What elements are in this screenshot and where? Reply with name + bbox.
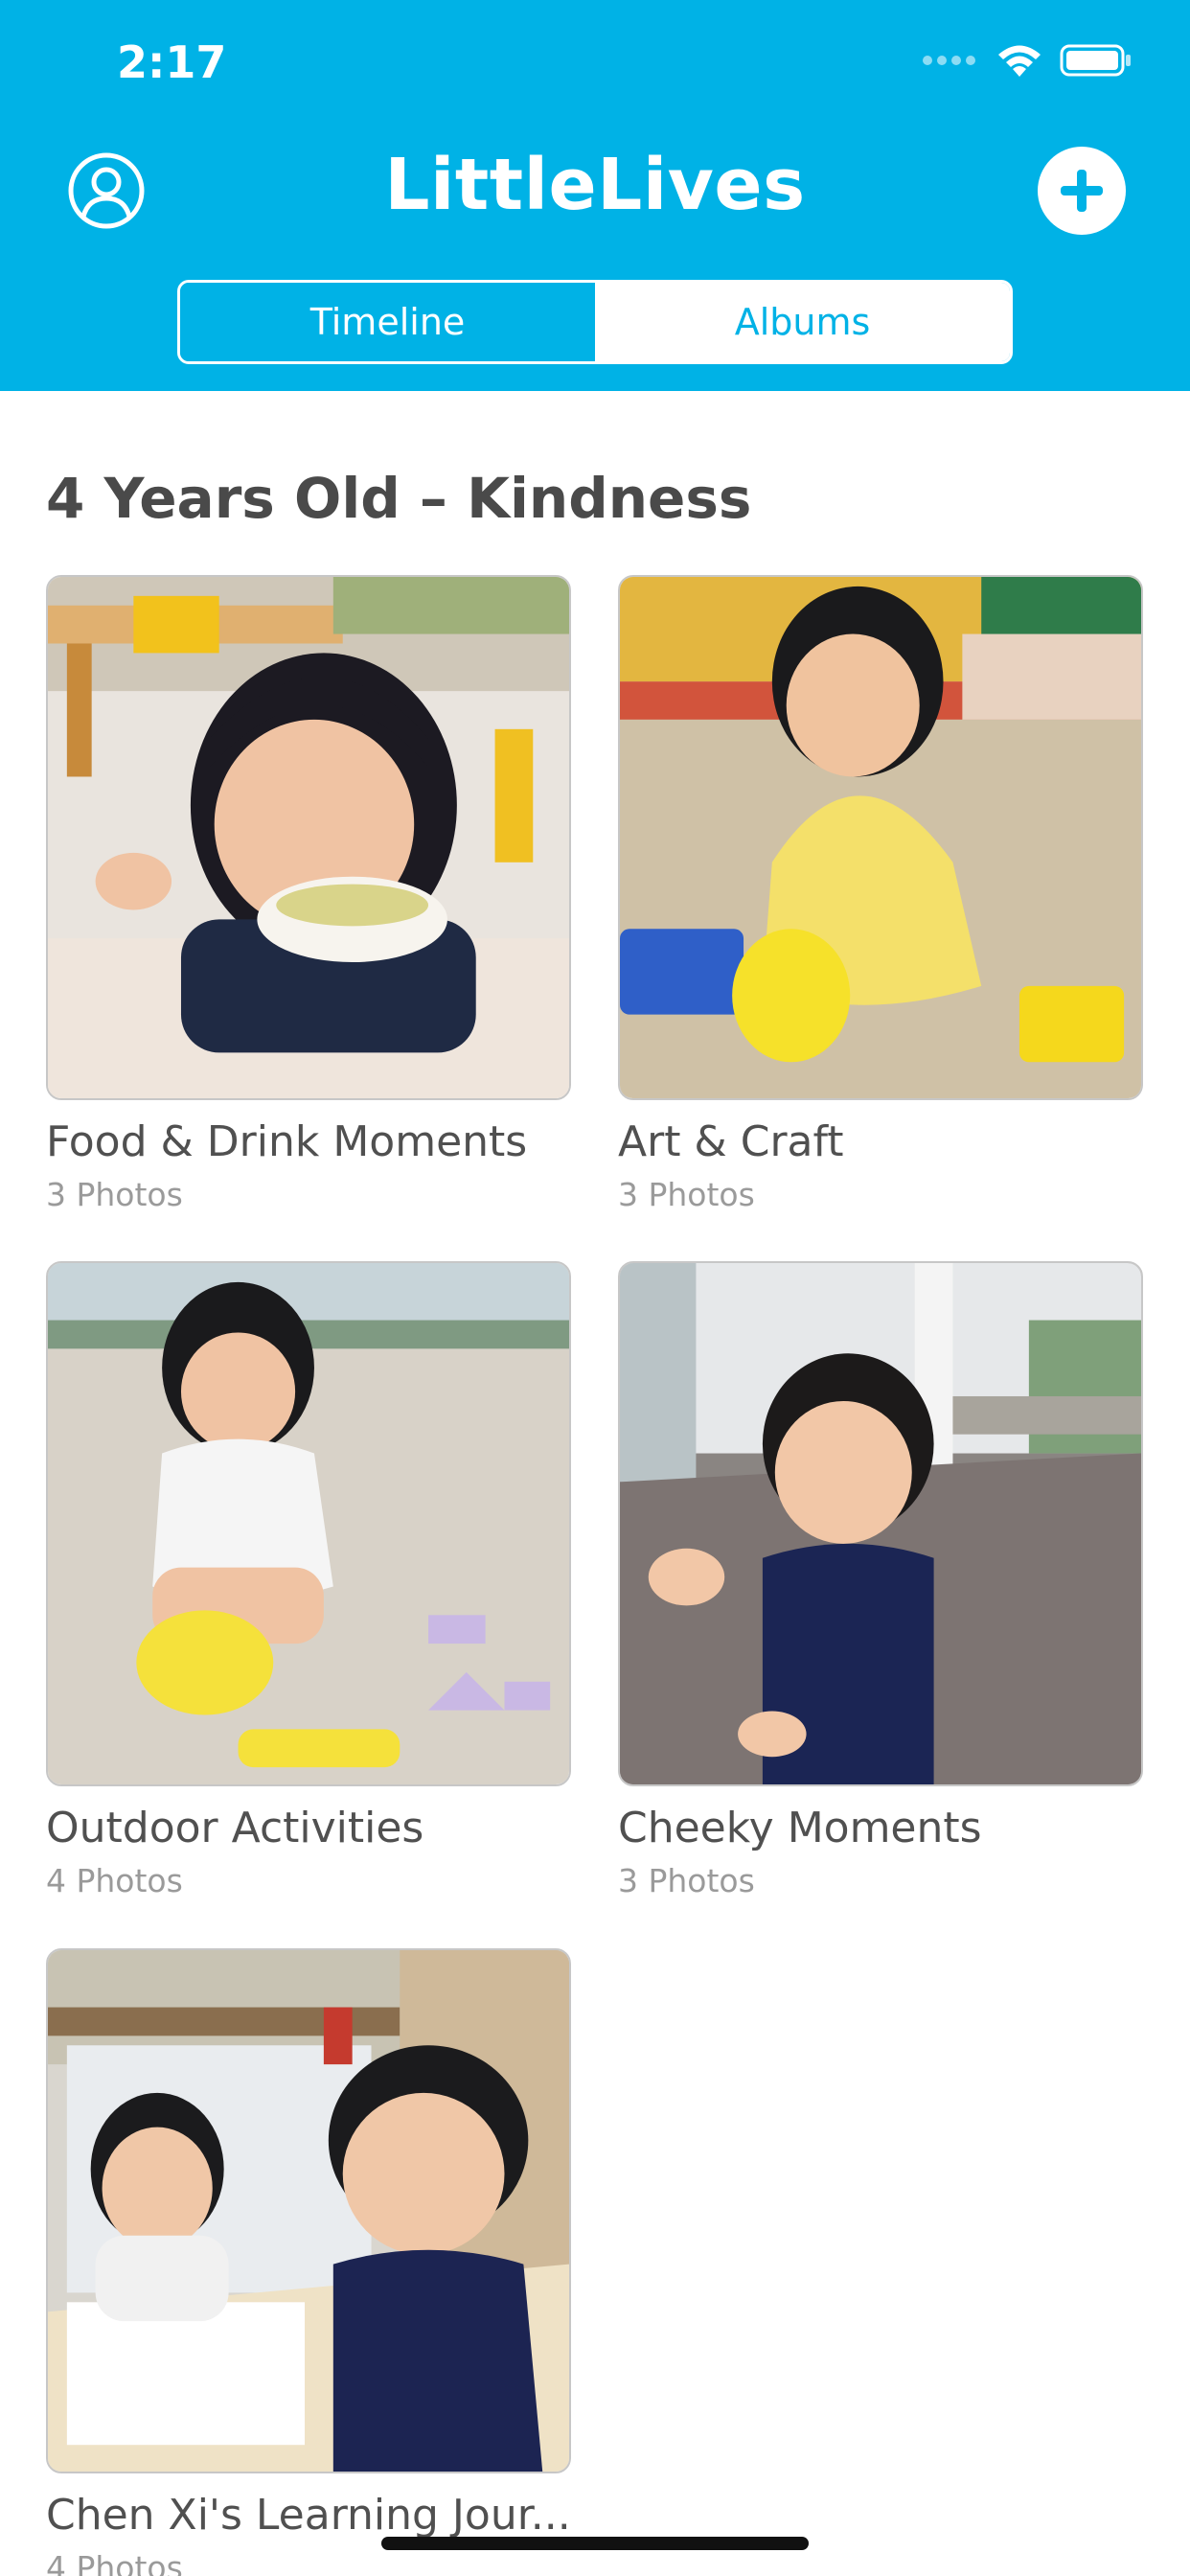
albums-screen: 2:17 LittleLives Timeline Albums 4 Years… (0, 0, 1190, 2576)
album-card[interactable]: Outdoor Activities 4 Photos (46, 1261, 571, 1899)
album-name: Art & Craft (618, 1117, 844, 1166)
album-photo (620, 1263, 1141, 1784)
app-title: LittleLives (384, 144, 806, 226)
battery-icon (1060, 44, 1131, 77)
wifi-icon (998, 45, 1041, 77)
album-thumbnail[interactable] (618, 1261, 1143, 1786)
tab-timeline[interactable]: Timeline (180, 283, 595, 361)
album-card[interactable]: Cheeky Moments 3 Photos (618, 1261, 1143, 1899)
album-photo (48, 577, 569, 1098)
status-time: 2:17 (117, 36, 227, 88)
album-name: Food & Drink Moments (46, 1117, 528, 1166)
album-thumbnail[interactable] (46, 575, 571, 1100)
album-photo-count: 3 Photos (618, 1862, 755, 1899)
album-photo-count: 4 Photos (46, 2549, 183, 2576)
album-name: Cheeky Moments (618, 1804, 982, 1852)
album-photo-count: 3 Photos (618, 1176, 755, 1213)
album-card[interactable]: Art & Craft 3 Photos (618, 575, 1143, 1213)
album-name: Outdoor Activities (46, 1804, 424, 1852)
section-title: 4 Years Old – Kindness (46, 466, 752, 531)
home-indicator[interactable] (381, 2537, 809, 2550)
tab-albums[interactable]: Albums (595, 283, 1010, 361)
album-thumbnail[interactable] (46, 1948, 571, 2473)
album-photo (48, 1950, 569, 2472)
album-thumbnail[interactable] (46, 1261, 571, 1786)
status-indicators (923, 42, 1133, 79)
album-photo-count: 3 Photos (46, 1176, 183, 1213)
album-card[interactable]: Food & Drink Moments 3 Photos (46, 575, 571, 1213)
album-photo (48, 1263, 569, 1784)
view-segmented-control: Timeline Albums (177, 280, 1013, 364)
album-name: Chen Xi's Learning Jour... (46, 2491, 571, 2540)
album-photo-count: 4 Photos (46, 1862, 183, 1899)
album-thumbnail[interactable] (618, 575, 1143, 1100)
plus-icon (1061, 170, 1103, 212)
cellular-signal-icon (923, 56, 975, 65)
app-header: 2:17 LittleLives Timeline Albums (0, 0, 1190, 391)
album-card[interactable]: Chen Xi's Learning Jour... 4 Photos (46, 1948, 571, 2576)
add-album-button[interactable] (1038, 147, 1126, 235)
album-photo (620, 577, 1141, 1098)
